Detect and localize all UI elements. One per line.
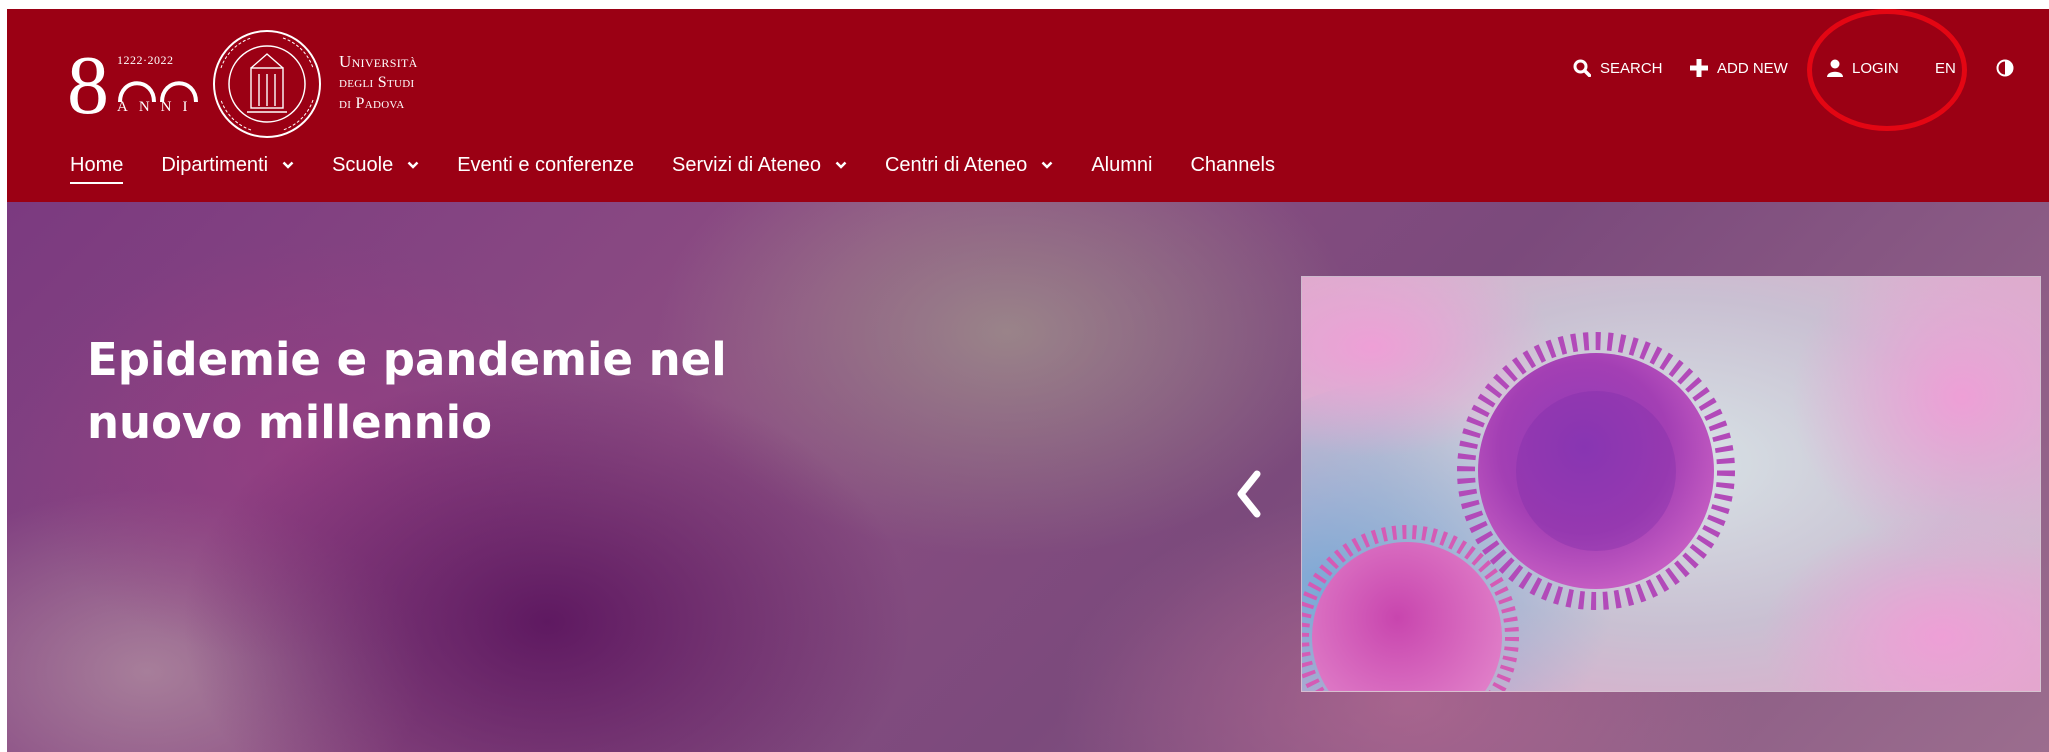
hero-carousel: Epidemie e pandemie nel nuovo millennio xyxy=(7,202,2049,752)
language-switch[interactable]: EN xyxy=(1935,53,1956,83)
main-navigation: Home Dipartimenti Scuole Eventi e confer… xyxy=(70,150,1313,184)
chevron-down-icon xyxy=(407,161,419,169)
page: 8 1222·2022 ANNI Università degli Studi … xyxy=(7,9,2049,752)
anniversary-years: 1222·2022 xyxy=(117,53,174,67)
add-new-label: ADD NEW xyxy=(1717,59,1788,77)
contrast-toggle[interactable] xyxy=(1996,53,2023,83)
login-label: LOGIN xyxy=(1852,59,1899,77)
anniversary-logo[interactable]: 8 1222·2022 ANNI xyxy=(67,39,203,132)
nav-item-label: Alumni xyxy=(1091,153,1153,176)
nav-item-label: Servizi di Ateneo xyxy=(672,153,821,176)
contrast-icon xyxy=(1996,59,2014,77)
chevron-down-icon xyxy=(1041,161,1053,169)
nav-item-label: Dipartimenti xyxy=(161,153,269,176)
nav-item-dipartimenti[interactable]: Dipartimenti xyxy=(161,150,294,180)
nav-item-home[interactable]: Home xyxy=(70,150,124,184)
university-name-line-2: degli Studi xyxy=(339,74,415,91)
university-name-line-3: di Padova xyxy=(339,95,405,112)
plus-icon xyxy=(1690,59,1708,77)
university-seal-icon[interactable] xyxy=(211,28,323,140)
anniversary-anni: ANNI xyxy=(117,99,199,115)
user-icon xyxy=(1827,59,1843,77)
hero-image[interactable] xyxy=(1301,276,2041,692)
chevron-left-icon[interactable] xyxy=(1229,466,1269,522)
nav-item-label: Scuole xyxy=(332,153,394,176)
chevron-down-icon xyxy=(835,161,847,169)
hero-title[interactable]: Epidemie e pandemie nel nuovo millennio xyxy=(87,328,847,454)
nav-item-alumni[interactable]: Alumni xyxy=(1091,150,1152,180)
nav-item-centri-di-ateneo[interactable]: Centri di Ateneo xyxy=(885,150,1053,180)
language-label: EN xyxy=(1935,59,1956,77)
university-name[interactable]: Università degli Studi di Padova xyxy=(339,51,418,114)
search-label: SEARCH xyxy=(1600,59,1663,77)
search-icon xyxy=(1573,59,1591,77)
nav-item-servizi-di-ateneo[interactable]: Servizi di Ateneo xyxy=(672,150,847,180)
nav-item-channels[interactable]: Channels xyxy=(1190,150,1275,180)
add-new-button[interactable]: ADD NEW xyxy=(1690,53,1788,83)
search-button[interactable]: SEARCH xyxy=(1573,53,1663,83)
nav-item-label: Centri di Ateneo xyxy=(884,153,1028,176)
nav-item-label: Channels xyxy=(1190,153,1275,176)
site-header: 8 1222·2022 ANNI Università degli Studi … xyxy=(7,9,2049,202)
numeral-8-mark: 8 xyxy=(67,39,109,132)
svg-text:8: 8 xyxy=(67,47,109,119)
nav-item-label: Eventi e conferenze xyxy=(457,153,634,176)
virus-illustration xyxy=(1302,277,2040,691)
nav-item-eventi-e-conferenze[interactable]: Eventi e conferenze xyxy=(457,150,634,180)
chevron-down-icon xyxy=(282,161,294,169)
nav-item-scuole[interactable]: Scuole xyxy=(332,150,419,180)
nav-item-label: Home xyxy=(70,153,124,176)
login-button[interactable]: LOGIN xyxy=(1827,53,1899,83)
university-name-line-1: Università xyxy=(339,52,418,71)
